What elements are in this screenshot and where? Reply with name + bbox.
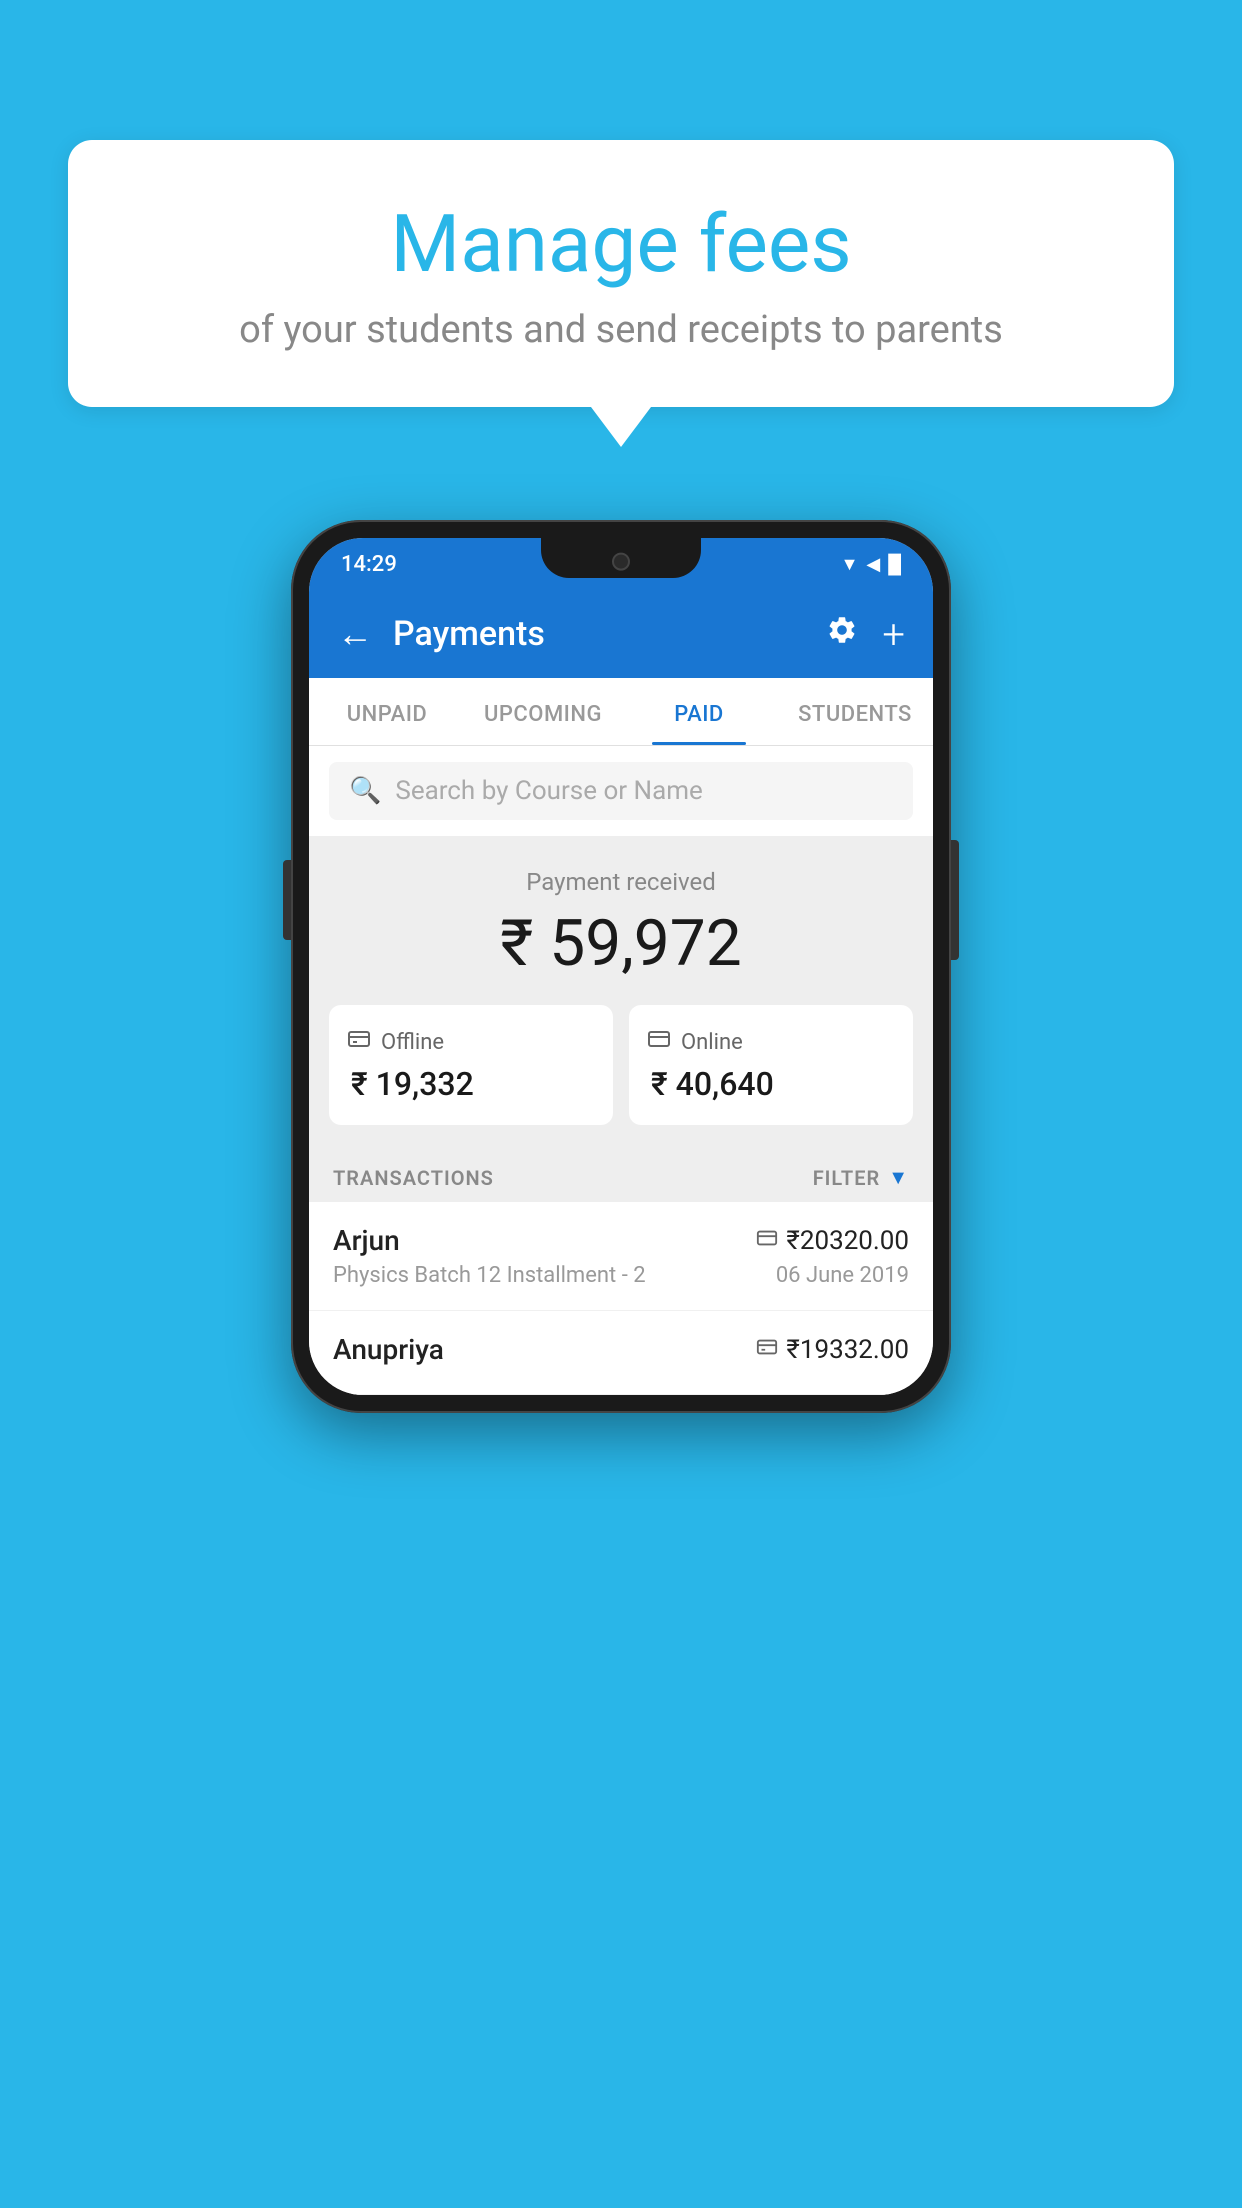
phone-device: 14:29 ▼ ◀ █ ← Payments + — [291, 520, 951, 1413]
tab-paid[interactable]: PAID — [621, 678, 777, 745]
tab-unpaid[interactable]: UNPAID — [309, 678, 465, 745]
online-label: Online — [681, 1030, 743, 1055]
payment-cards: Offline ₹ 19,332 Online ₹ 40,640 — [329, 1005, 913, 1125]
summary-section: Payment received ₹ 59,972 Offline ₹ 19,3… — [309, 836, 933, 1145]
status-time: 14:29 — [341, 552, 397, 577]
offline-card-header: Offline — [347, 1027, 595, 1057]
transaction-type-icon-2 — [756, 1336, 778, 1364]
speech-bubble-tail — [591, 407, 651, 447]
transaction-amount-wrap: ₹20320.00 — [756, 1226, 909, 1256]
transaction-top: Arjun ₹20320.00 — [333, 1224, 909, 1257]
payment-total-amount: ₹ 59,972 — [329, 906, 913, 981]
search-container: 🔍 Search by Course or Name — [309, 746, 933, 836]
filter-button[interactable]: FILTER ▼ — [813, 1165, 909, 1190]
transaction-amount: ₹20320.00 — [786, 1226, 909, 1256]
app-bar-actions: + — [826, 611, 905, 658]
settings-button[interactable] — [826, 614, 858, 654]
speech-bubble: Manage fees of your students and send re… — [68, 140, 1174, 407]
transaction-detail: Physics Batch 12 Installment - 2 — [333, 1263, 646, 1288]
transaction-date: 06 June 2019 — [776, 1263, 909, 1288]
tabs-bar: UNPAID UPCOMING PAID STUDENTS — [309, 678, 933, 746]
phone-notch — [541, 538, 701, 578]
transaction-amount-2: ₹19332.00 — [786, 1335, 909, 1365]
offline-amount: ₹ 19,332 — [347, 1065, 595, 1103]
offline-icon — [347, 1027, 371, 1057]
online-icon — [647, 1027, 671, 1057]
bubble-title: Manage fees — [118, 200, 1124, 288]
transactions-header: TRANSACTIONS FILTER ▼ — [309, 1145, 933, 1202]
offline-card: Offline ₹ 19,332 — [329, 1005, 613, 1125]
tab-students[interactable]: STUDENTS — [777, 678, 933, 745]
tab-upcoming[interactable]: UPCOMING — [465, 678, 621, 745]
transaction-top: Anupriya ₹19332.00 — [333, 1333, 909, 1366]
phone-outer: 14:29 ▼ ◀ █ ← Payments + — [291, 520, 951, 1413]
online-card-header: Online — [647, 1027, 895, 1057]
filter-label: FILTER — [813, 1166, 881, 1190]
back-button[interactable]: ← — [337, 613, 373, 655]
status-icons: ▼ ◀ █ — [841, 554, 901, 575]
bubble-subtitle: of your students and send receipts to pa… — [118, 308, 1124, 352]
app-bar: ← Payments + — [309, 590, 933, 678]
battery-icon: █ — [888, 554, 901, 575]
filter-icon: ▼ — [888, 1165, 909, 1190]
online-card: Online ₹ 40,640 — [629, 1005, 913, 1125]
phone-screen: 14:29 ▼ ◀ █ ← Payments + — [309, 538, 933, 1395]
online-amount: ₹ 40,640 — [647, 1065, 895, 1103]
notch-camera — [612, 553, 630, 571]
transactions-label: TRANSACTIONS — [333, 1166, 494, 1190]
offline-label: Offline — [381, 1030, 444, 1055]
signal-icon: ◀ — [866, 554, 880, 575]
search-icon: 🔍 — [349, 776, 381, 806]
speech-bubble-section: Manage fees of your students and send re… — [68, 140, 1174, 447]
transaction-row[interactable]: Arjun ₹20320.00 Physics Batch 12 Install… — [309, 1202, 933, 1311]
transaction-name: Arjun — [333, 1224, 400, 1257]
transaction-bottom: Physics Batch 12 Installment - 2 06 June… — [333, 1263, 909, 1288]
app-bar-title: Payments — [393, 614, 806, 654]
transaction-amount-wrap-2: ₹19332.00 — [756, 1335, 909, 1365]
payment-received-label: Payment received — [329, 868, 913, 896]
transaction-type-icon — [756, 1227, 778, 1255]
search-bar[interactable]: 🔍 Search by Course or Name — [329, 762, 913, 820]
search-placeholder: Search by Course or Name — [395, 776, 702, 806]
transaction-name-2: Anupriya — [333, 1333, 444, 1366]
transaction-row[interactable]: Anupriya ₹19332.00 — [309, 1311, 933, 1395]
wifi-icon: ▼ — [841, 554, 859, 575]
add-button[interactable]: + — [882, 611, 905, 658]
